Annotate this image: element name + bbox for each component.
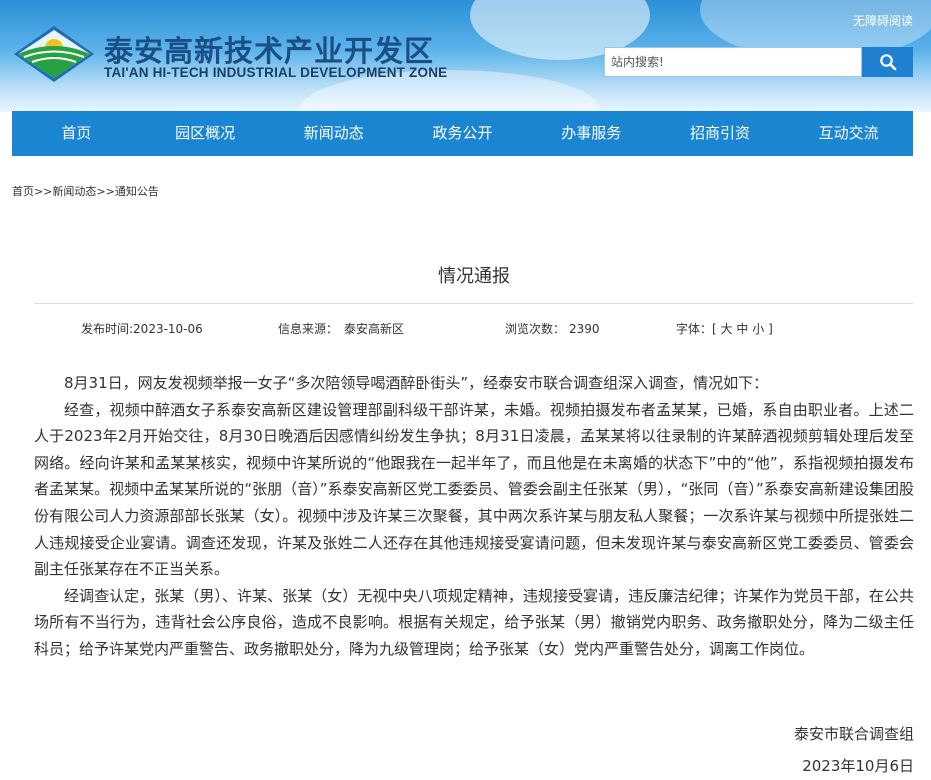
font-size-small[interactable]: 小 (752, 322, 764, 336)
article-sign-date: 2023年10月6日 (802, 757, 914, 775)
breadcrumb-separator: >> (34, 185, 53, 198)
article-paragraph: 经调查认定，张某（男）、许某、张某（女）无视中央八项规定精神，违规接受宴请，违反… (34, 586, 914, 658)
search-button[interactable] (862, 47, 913, 77)
publish-date-label: 发布时间: (81, 322, 134, 336)
search-input[interactable] (604, 47, 862, 77)
view-count-value: 2390 (569, 322, 600, 336)
nav-item-park-overview[interactable]: 园区概况 (141, 111, 270, 156)
search-box (604, 47, 913, 77)
breadcrumb-home[interactable]: 首页 (12, 185, 34, 198)
info-source: 信息来源： 泰安高新区 (278, 320, 404, 337)
nav-item-interaction[interactable]: 互动交流 (784, 111, 913, 156)
view-count: 浏览次数： 2390 (505, 320, 600, 337)
info-source-label: 信息来源： (278, 322, 339, 336)
breadcrumb-separator: >> (96, 185, 115, 198)
nav-item-government-affairs[interactable]: 政务公开 (398, 111, 527, 156)
font-bracket-close: ] (768, 322, 773, 336)
font-bracket-open: [ (712, 322, 717, 336)
nav-item-home[interactable]: 首页 (12, 111, 141, 156)
font-size-large[interactable]: 大 (721, 322, 733, 336)
title-divider (34, 303, 913, 304)
site-title: 泰安高新技术产业开发区 (104, 34, 435, 68)
site-subtitle: TAI'AN HI-TECH INDUSTRIAL DEVELOPMENT ZO… (104, 65, 448, 80)
font-size-medium[interactable]: 中 (736, 322, 748, 336)
nav-item-investment[interactable]: 招商引资 (656, 111, 785, 156)
breadcrumb: 首页>>新闻动态>>通知公告 (12, 183, 159, 199)
article-signature: 泰安市联合调查组 (793, 725, 914, 743)
article-title: 情况通报 (438, 266, 510, 287)
publish-date-value: 2023-10-06 (133, 322, 203, 336)
breadcrumb-news[interactable]: 新闻动态 (52, 185, 96, 198)
nav-item-news[interactable]: 新闻动态 (269, 111, 398, 156)
font-size-control: 字体：[ 大 中 小 ] (676, 320, 773, 337)
breadcrumb-notice[interactable]: 通知公告 (115, 185, 159, 198)
font-size-label: 字体： (676, 322, 713, 336)
site-header: 无障碍阅读 泰安高新技术产业开发区 TAI'AN HI-TECH INDUSTR… (0, 0, 931, 112)
article-body: 8月31日，网友发视频举报一女子“多次陪领导喝酒醉卧街头”，经泰安市联合调查组深… (34, 370, 914, 663)
search-icon (879, 54, 896, 71)
publish-date: 发布时间:2023-10-06 (81, 320, 203, 337)
nav-item-services[interactable]: 办事服务 (527, 111, 656, 156)
main-nav: 首页 园区概况 新闻动态 政务公开 办事服务 招商引资 互动交流 (12, 111, 913, 156)
article-paragraph: 8月31日，网友发视频举报一女子“多次陪领导喝酒醉卧街头”，经泰安市联合调查组深… (64, 374, 769, 392)
article-paragraph: 经查，视频中醉酒女子系泰安高新区建设管理部副科级干部许某，未婚。视频拍摄发布者孟… (34, 400, 914, 579)
zone-logo-icon (14, 26, 94, 82)
info-source-value: 泰安高新区 (344, 322, 405, 336)
view-count-label: 浏览次数： (505, 322, 566, 336)
accessibility-link[interactable]: 无障碍阅读 (853, 12, 913, 29)
